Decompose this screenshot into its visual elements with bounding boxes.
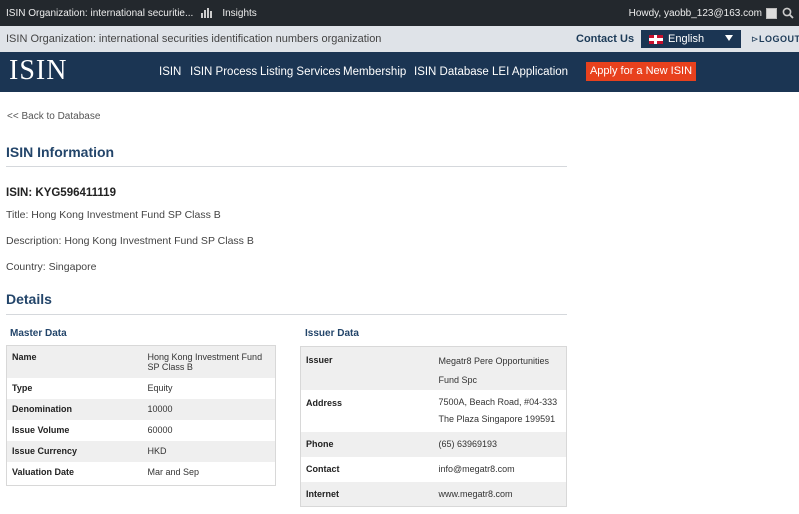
- row-value: Mar and Sep: [147, 466, 200, 477]
- isin-information-heading: ISIN Information: [6, 144, 115, 160]
- table-row: Name Hong Kong Investment Fund SP Class …: [6, 345, 276, 378]
- isin-country: Country: Singapore: [6, 261, 97, 273]
- nav-item-isin-process[interactable]: ISIN Process: [190, 52, 257, 92]
- uk-flag-icon: [649, 34, 663, 44]
- table-row: Internet www.megatr8.com: [300, 482, 567, 506]
- logout-link[interactable]: ⊳LOGOUT: [751, 26, 799, 52]
- divider: [6, 166, 567, 167]
- row-value: www.megatr8.com: [433, 482, 567, 506]
- insights-bars-icon[interactable]: [201, 8, 213, 18]
- howdy-text: Howdy, yaobb_123@163.com: [628, 7, 762, 19]
- logout-arrow-icon: ⊳: [751, 34, 760, 44]
- row-value: 7500A, Beach Road, #04-333 The Plaza Sin…: [438, 397, 558, 424]
- table-row: Issue Currency HKD: [6, 440, 276, 462]
- avatar: [766, 7, 777, 19]
- row-key: Denomination: [6, 398, 143, 420]
- table-row: Issue Volume 60000: [7, 420, 276, 441]
- row-value: 60000: [147, 424, 173, 435]
- table-row: Contact info@megatr8.com: [301, 457, 567, 482]
- row-value: Hong Kong Investment Fund SP Class B: [142, 345, 276, 378]
- details-heading: Details: [6, 291, 52, 307]
- table-row: Address 7500A, Beach Road, #04-333 The P…: [301, 390, 567, 432]
- isin-title: Title: Hong Kong Investment Fund SP Clas…: [6, 209, 221, 221]
- chevron-down-icon: [725, 35, 733, 41]
- language-select[interactable]: English: [641, 30, 741, 48]
- back-to-database-link[interactable]: << Back to Database: [7, 111, 100, 122]
- row-value: (65) 63969193: [433, 432, 567, 457]
- logout-label: LOGOUT: [759, 34, 799, 44]
- top-strip: ISIN Organization: international securit…: [0, 26, 799, 52]
- isin-description: Description: Hong Kong Investment Fund S…: [6, 235, 254, 247]
- admin-site-link[interactable]: ISIN Organization: international securit…: [0, 8, 193, 19]
- site-logo[interactable]: ISIN: [9, 55, 67, 87]
- table-row: Issuer Megatr8 Pere Opportunities Fund S…: [300, 346, 567, 390]
- language-label: English: [668, 33, 705, 45]
- nav-item-isin[interactable]: ISIN: [159, 52, 181, 92]
- row-key: Type: [12, 382, 33, 393]
- issuer-data-table: Issuer Megatr8 Pere Opportunities Fund S…: [300, 346, 567, 507]
- issuer-data-heading: Issuer Data: [305, 328, 359, 339]
- account-menu[interactable]: Howdy, yaobb_123@163.com: [629, 0, 777, 26]
- table-row: Denomination 10000: [6, 398, 276, 420]
- row-key: Address: [306, 398, 343, 408]
- master-data-table: Name Hong Kong Investment Fund SP Class …: [6, 345, 276, 486]
- row-key: Issue Currency: [6, 440, 143, 462]
- isin-code: ISIN: KYG596411119: [6, 187, 116, 199]
- apply-new-isin-button[interactable]: Apply for a New ISIN: [586, 62, 696, 81]
- nav-item-isin-database[interactable]: ISIN Database: [414, 52, 489, 92]
- row-key: Issue Volume: [12, 424, 70, 435]
- master-data-heading: Master Data: [10, 328, 67, 339]
- row-value: Equity: [147, 382, 173, 393]
- row-key: Name: [6, 345, 143, 378]
- table-row: Type Equity: [7, 378, 276, 399]
- insights-link[interactable]: Insights: [222, 8, 256, 19]
- row-key: Contact: [306, 464, 340, 474]
- search-icon[interactable]: [782, 7, 794, 19]
- org-name: ISIN Organization: international securit…: [6, 33, 382, 45]
- nav-item-lei-application[interactable]: LEI Application: [492, 52, 568, 92]
- nav-item-membership[interactable]: Membership: [343, 52, 406, 92]
- row-key: Internet: [300, 482, 434, 506]
- row-value: HKD: [142, 440, 276, 462]
- row-key: Phone: [300, 432, 434, 457]
- main-nav: ISIN ISIN ISIN Process Listing Services …: [0, 52, 799, 92]
- row-value: 10000: [142, 398, 276, 420]
- table-row: Phone (65) 63969193: [300, 432, 567, 457]
- table-row: Valuation Date Mar and Sep: [7, 462, 276, 486]
- row-value: info@megatr8.com: [438, 464, 515, 474]
- admin-bar: ISIN Organization: international securit…: [0, 0, 799, 26]
- contact-us-link[interactable]: Contact Us: [576, 26, 634, 52]
- row-key: Valuation Date: [12, 466, 75, 477]
- row-value: Megatr8 Pere Opportunities Fund Spc: [433, 346, 567, 390]
- nav-item-listing-services[interactable]: Listing Services: [260, 52, 341, 92]
- divider: [6, 314, 567, 315]
- row-key: Issuer: [300, 346, 434, 390]
